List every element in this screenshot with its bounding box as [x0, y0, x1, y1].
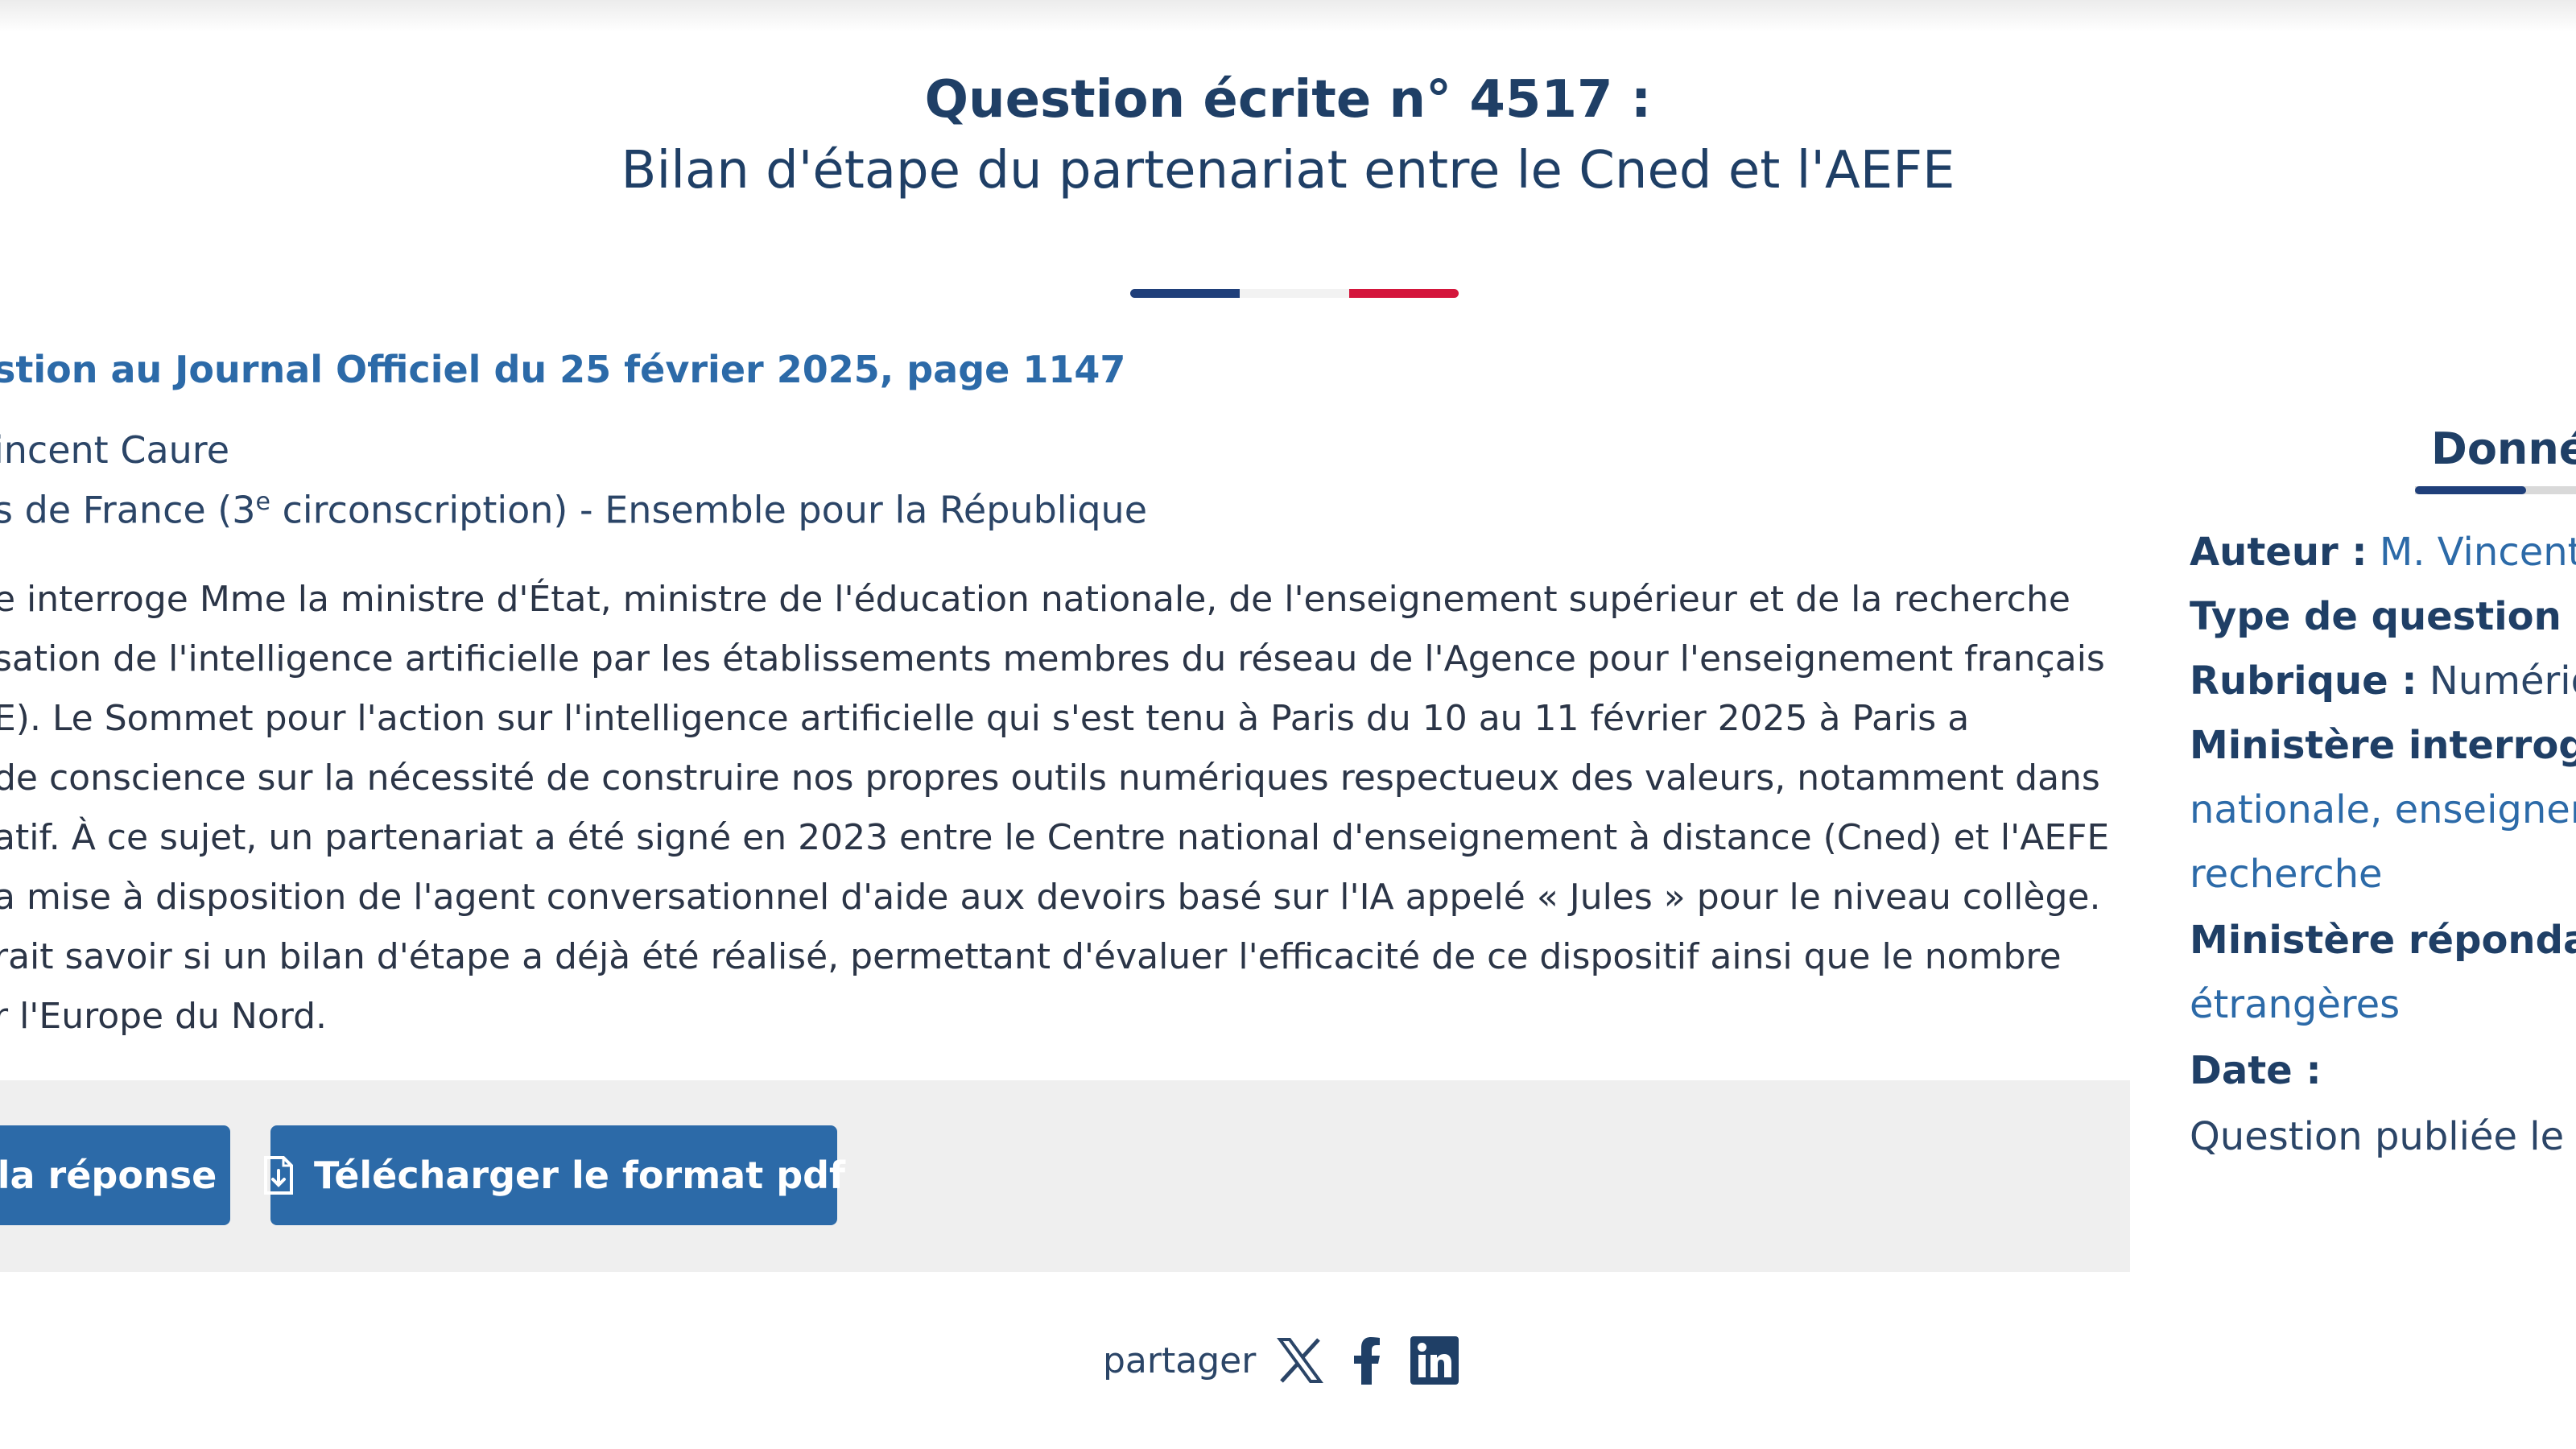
- meta-date-value-row: Question publiée le: [2190, 1104, 2564, 1169]
- share-label: partager: [1103, 1340, 1257, 1381]
- body-line: a mise à disposition de l'agent conversa…: [0, 877, 2101, 918]
- divider-blue: [1130, 289, 1240, 298]
- meta-date-row: Date :: [2190, 1038, 2322, 1103]
- meta-author-label: Auteur :: [2190, 530, 2368, 575]
- question-group: s de France (3e circonscription) - Ensem…: [0, 488, 1147, 531]
- jo-publication-link[interactable]: stion au Journal Officiel du 25 février …: [0, 348, 1125, 391]
- body-line: e interroge Mme la ministre d'État, mini…: [0, 579, 2070, 620]
- pdf-download-icon: [262, 1156, 295, 1195]
- divider-red: [1349, 289, 1459, 298]
- meta-ministere-repondant-row: Ministère répondant: [2190, 908, 2576, 972]
- meta-ministere-interroge-value-1: nationale, enseigner: [2190, 778, 2576, 842]
- body-line: E). Le Sommet pour l'action sur l'intell…: [0, 698, 1970, 739]
- body-line: atif. À ce sujet, un partenariat a été s…: [0, 817, 2110, 858]
- meta-ministere-repondant-label: Ministère répondant: [2190, 918, 2576, 963]
- tricolor-divider: [1130, 289, 1459, 298]
- x-twitter-icon[interactable]: [1277, 1336, 1324, 1385]
- meta-author-row: Auteur : M. Vincent: [2190, 520, 2576, 584]
- body-line: sation de l'intelligence artificielle pa…: [0, 638, 2105, 679]
- group-prefix: s de France (3: [0, 488, 256, 532]
- meta-ministere-interroge-link-2[interactable]: recherche: [2190, 852, 2383, 897]
- body-line: de conscience sur la nécessité de constr…: [0, 758, 2100, 799]
- download-pdf-label: Télécharger le format pdf: [313, 1154, 846, 1197]
- meta-type-label: Type de question :: [2190, 594, 2576, 639]
- question-author: incent Caure: [0, 428, 230, 472]
- body-line: rait savoir si un bilan d'étape a déjà é…: [0, 936, 2062, 977]
- facebook-icon[interactable]: [1352, 1336, 1381, 1385]
- sidebar-title[interactable]: Donné: [2431, 423, 2576, 474]
- meta-ministere-interroge-link-1[interactable]: nationale, enseigner: [2190, 787, 2576, 832]
- meta-ministere-repondant-value: étrangères: [2190, 972, 2400, 1037]
- meta-rubrique-row: Rubrique : Numériqu: [2190, 649, 2576, 713]
- linkedin-icon[interactable]: [1410, 1336, 1459, 1385]
- view-response-button[interactable]: la réponse: [0, 1125, 230, 1225]
- download-pdf-button[interactable]: Télécharger le format pdf: [263, 1125, 845, 1225]
- group-superscript: e: [255, 488, 270, 516]
- data-sidebar: Donné Auteur : M. Vincent Type de questi…: [2190, 0, 2576, 1449]
- body-line: r l'Europe du Nord.: [0, 996, 327, 1037]
- divider-white: [1240, 289, 1349, 298]
- meta-date-label: Date :: [2190, 1048, 2322, 1093]
- page: Question écrite n° 4517 : Bilan d'étape …: [0, 0, 2576, 1449]
- meta-author-link[interactable]: M. Vincent: [2380, 530, 2576, 575]
- question-body: e interroge Mme la ministre d'État, mini…: [0, 570, 2110, 1046]
- meta-date-value: Question publiée le: [2190, 1114, 2565, 1159]
- meta-rubrique-value: Numériqu: [2429, 658, 2576, 704]
- meta-rubrique-label: Rubrique :: [2190, 658, 2417, 704]
- share-bar: partager: [1103, 1328, 1488, 1393]
- meta-ministere-interroge-label: Ministère interrogé: [2190, 723, 2576, 768]
- meta-ministere-interroge-row: Ministère interrogé: [2190, 713, 2576, 778]
- meta-type-row: Type de question : C: [2190, 584, 2576, 649]
- sidebar-tab-indicator: [2415, 486, 2526, 494]
- view-response-label: la réponse: [0, 1154, 217, 1197]
- meta-ministere-repondant-link[interactable]: étrangères: [2190, 982, 2400, 1027]
- meta-ministere-interroge-value-2: recherche: [2190, 842, 2383, 906]
- group-suffix: circonscription) - Ensemble pour la Répu…: [270, 488, 1148, 532]
